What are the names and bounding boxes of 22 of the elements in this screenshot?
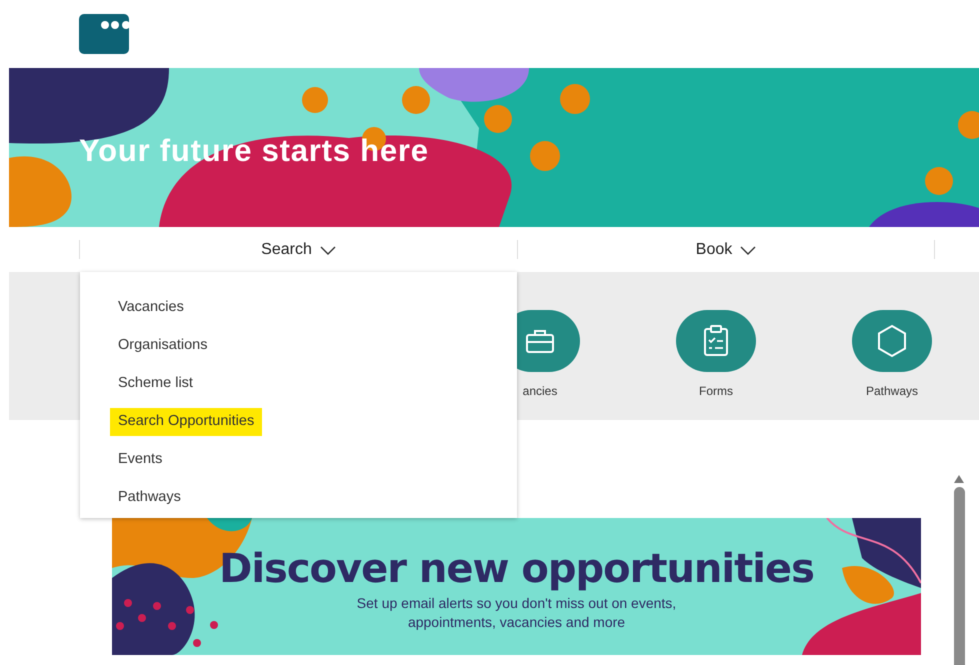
banner-text: Set up email alerts so you don't miss out on events, appointments, vacancies and more <box>356 594 678 632</box>
menu-item-link[interactable]: Vacancies <box>110 294 192 322</box>
menu-item-link[interactable]: Search Opportunities <box>110 408 262 436</box>
quick-link-label: Forms <box>699 383 733 400</box>
clipboard-icon <box>703 325 729 357</box>
scrollbar[interactable] <box>951 475 967 665</box>
briefcase-icon <box>525 328 555 354</box>
quick-link-label: ancies <box>522 383 558 400</box>
nav-menu-button[interactable]: Book <box>688 238 764 262</box>
menu-item-link[interactable]: Events <box>110 446 170 474</box>
scroll-up-icon[interactable] <box>954 475 964 483</box>
chevron-icon <box>740 244 756 254</box>
menu-item-link[interactable]: Organisations <box>110 332 216 360</box>
banner-title: Discover new opportunities <box>219 548 814 590</box>
menu-item-link[interactable]: Scheme list <box>110 370 201 398</box>
scrollbar-thumb[interactable] <box>954 487 964 665</box>
menu-item-link[interactable]: Pathways <box>110 484 189 512</box>
chevron-icon <box>320 244 336 254</box>
hexagon-icon <box>875 324 909 358</box>
logo-icon[interactable] <box>79 14 129 54</box>
quick-link-label: Pathways <box>866 383 918 400</box>
nav-menu-button[interactable]: Search <box>253 238 344 262</box>
